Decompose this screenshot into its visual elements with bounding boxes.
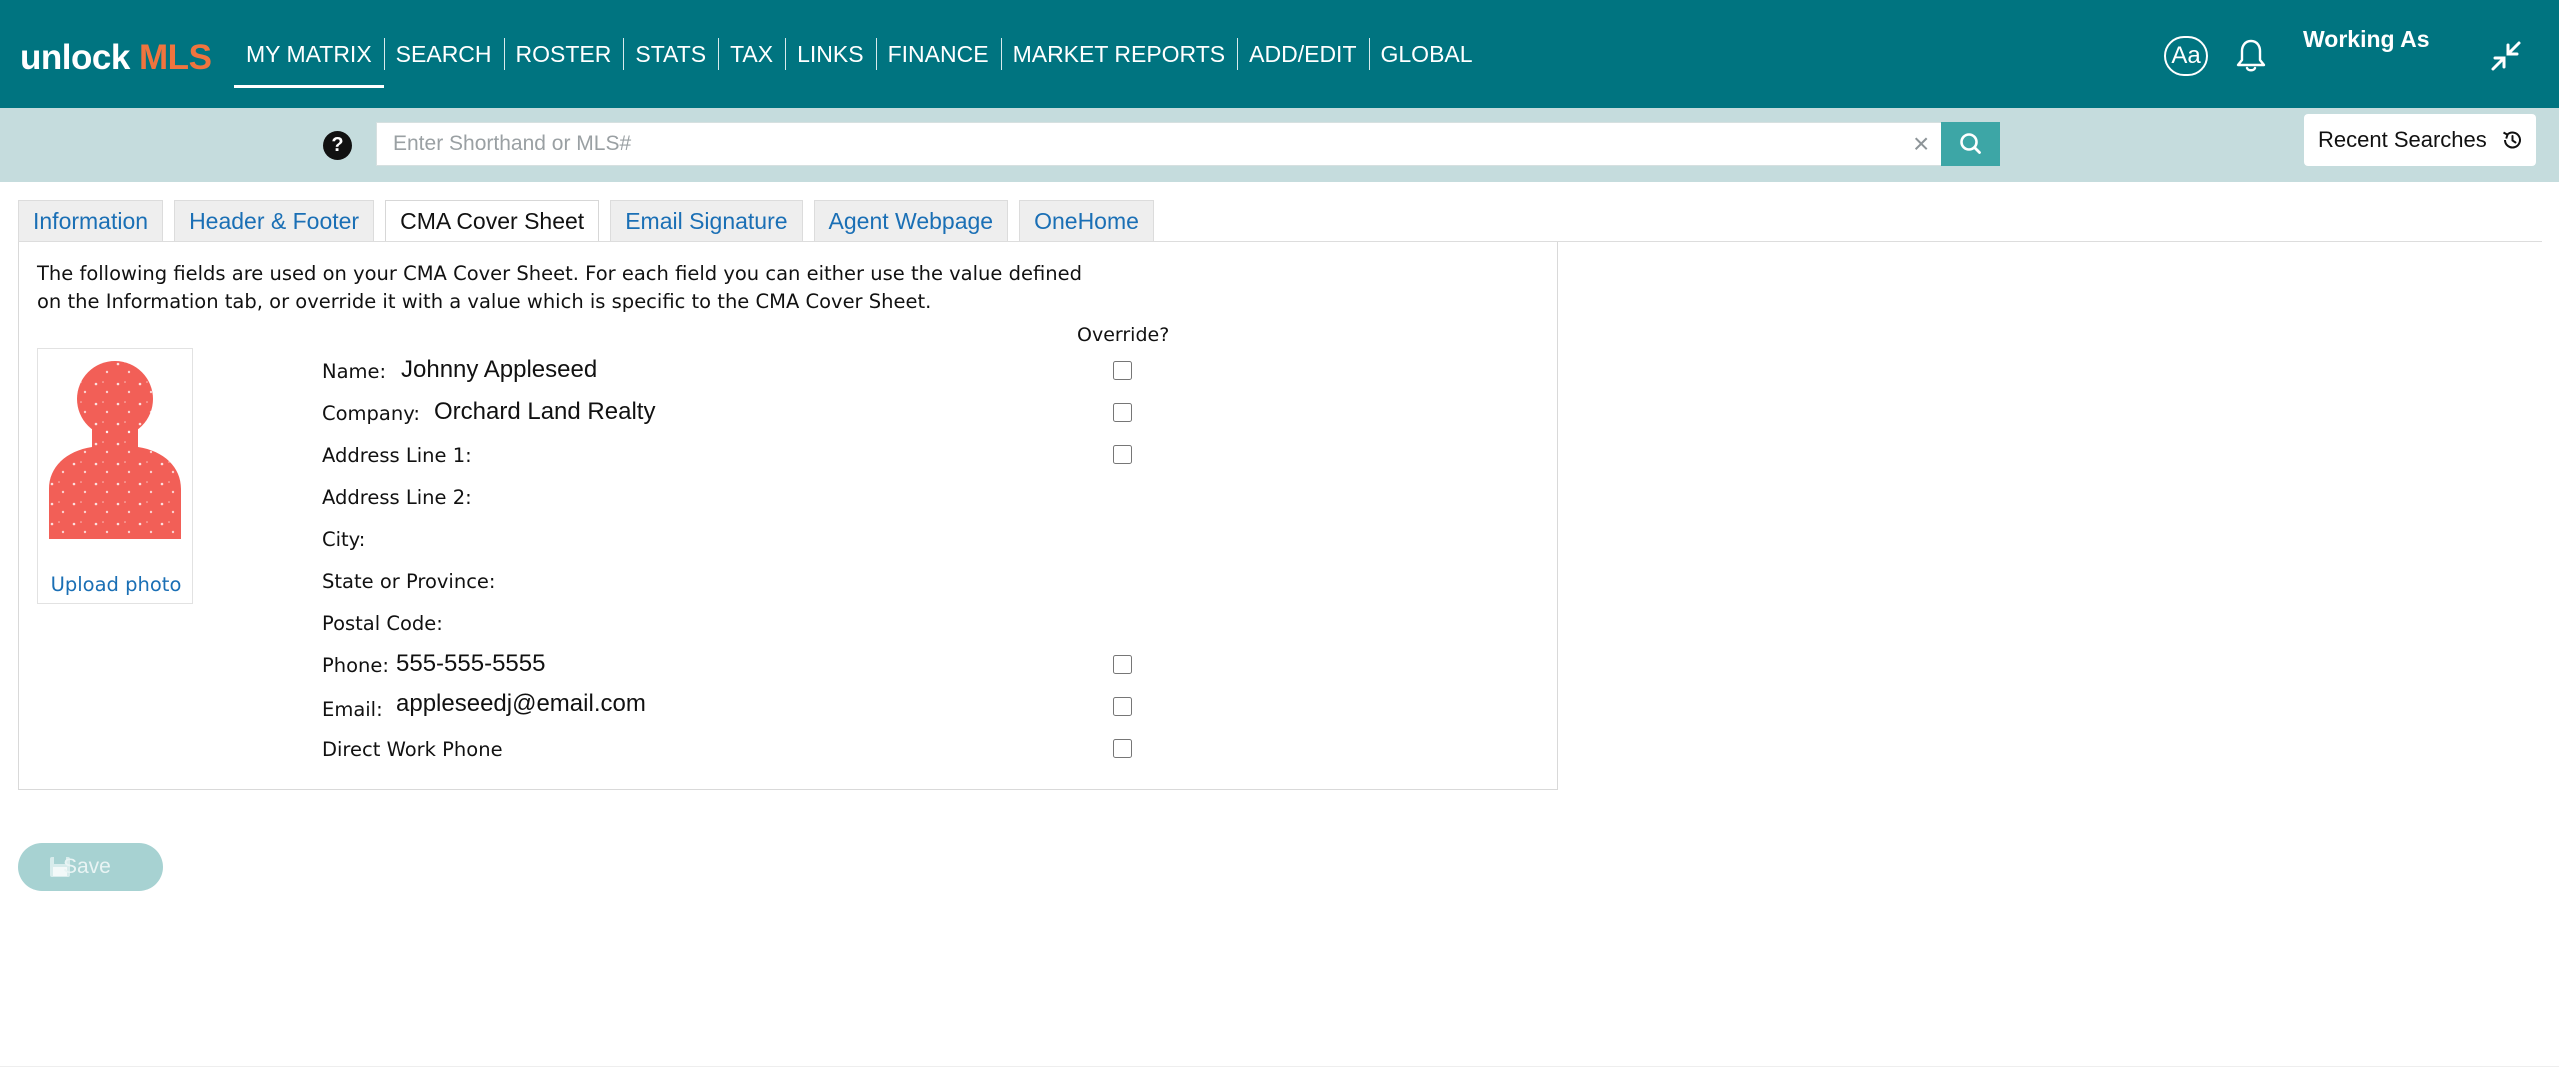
tab-cma-cover-sheet[interactable]: CMA Cover Sheet [385,200,600,242]
text-size-button[interactable]: Aa [2164,36,2208,76]
tab-header-footer[interactable]: Header & Footer [174,200,375,242]
tab-onehome[interactable]: OneHome [1019,200,1154,242]
working-as-label[interactable]: Working As [2303,26,2430,53]
search-icon [1960,133,1981,154]
settings-tabs: Information Header & Footer CMA Cover Sh… [18,200,1165,242]
nav-finance[interactable]: FINANCE [875,34,1001,74]
save-button[interactable]: Save [18,843,163,891]
bell-icon[interactable] [2235,38,2267,74]
cma-cover-sheet-panel: The following fields are used on your CM… [18,242,1558,790]
unlock-mls-logo[interactable]: unlock MLS [20,38,212,78]
bottom-divider [0,1066,2559,1067]
intro-line-1: The following fields are used on your CM… [37,262,1082,285]
top-navigation-bar: unlock MLS MY MATRIX SEARCH ROSTER STATS… [0,0,2559,108]
nav-roster[interactable]: ROSTER [503,34,624,74]
nav-tax[interactable]: TAX [718,34,785,74]
state-label: State or Province: [322,570,496,593]
tab-information[interactable]: Information [18,200,164,242]
nav-add-edit[interactable]: ADD/EDIT [1237,34,1368,74]
name-label: Name: [322,360,387,383]
search-submit-button[interactable] [1941,122,2000,166]
address-line-2-label: Address Line 2: [322,486,472,509]
nav-my-matrix[interactable]: MY MATRIX [234,34,384,88]
override-column-header: Override? [1077,324,1170,346]
override-email-checkbox[interactable] [1113,697,1132,716]
email-label: Email: [322,698,383,721]
clear-search-icon[interactable]: × [1913,129,1937,159]
intro-line-2: on the Information tab, or override it w… [37,290,932,313]
name-value: Johnny Appleseed [401,356,598,383]
nav-search[interactable]: SEARCH [383,34,504,74]
direct-work-phone-label: Direct Work Phone [322,738,503,761]
override-address-1-checkbox[interactable] [1113,445,1132,464]
avatar-placeholder-icon[interactable] [48,359,182,539]
override-company-checkbox[interactable] [1113,403,1132,422]
phone-label: Phone: [322,654,389,677]
history-icon [2503,131,2521,149]
override-phone-checkbox[interactable] [1113,655,1132,674]
override-direct-work-phone-checkbox[interactable] [1113,739,1132,758]
city-label: City: [322,528,366,551]
logo-text-unlock: unlock [20,38,130,77]
recent-searches-button[interactable]: Recent Searches [2304,114,2536,166]
tab-agent-webpage[interactable]: Agent Webpage [813,200,1009,242]
recent-searches-label: Recent Searches [2318,127,2487,152]
logo-text-mls: MLS [139,38,212,77]
nav-stats[interactable]: STATS [623,34,718,74]
email-value: appleseedj@email.com [396,690,646,717]
intro-text: The following fields are used on your CM… [37,260,1147,316]
search-box: × [376,122,1942,166]
phone-value: 555-555-5555 [396,650,546,677]
save-label: Save [63,855,111,878]
nav-market-reports[interactable]: MARKET REPORTS [1000,34,1238,74]
company-label: Company: [322,402,420,425]
photo-box: Upload photo [37,348,193,604]
nav-links[interactable]: LINKS [785,34,875,74]
postal-code-label: Postal Code: [322,612,443,635]
company-value: Orchard Land Realty [434,398,656,425]
search-strip: ? × Recent Searches [0,108,2559,182]
tab-email-signature[interactable]: Email Signature [610,200,803,242]
help-icon[interactable]: ? [323,131,352,160]
upload-photo-link[interactable]: Upload photo [38,573,194,596]
main-nav: MY MATRIX SEARCH ROSTER STATS TAX LINKS … [234,0,1485,108]
nav-global[interactable]: GLOBAL [1368,34,1485,74]
override-name-checkbox[interactable] [1113,361,1132,380]
search-input[interactable] [377,123,1897,165]
collapse-arrows-icon[interactable] [2490,40,2522,72]
address-line-1-label: Address Line 1: [322,444,472,467]
